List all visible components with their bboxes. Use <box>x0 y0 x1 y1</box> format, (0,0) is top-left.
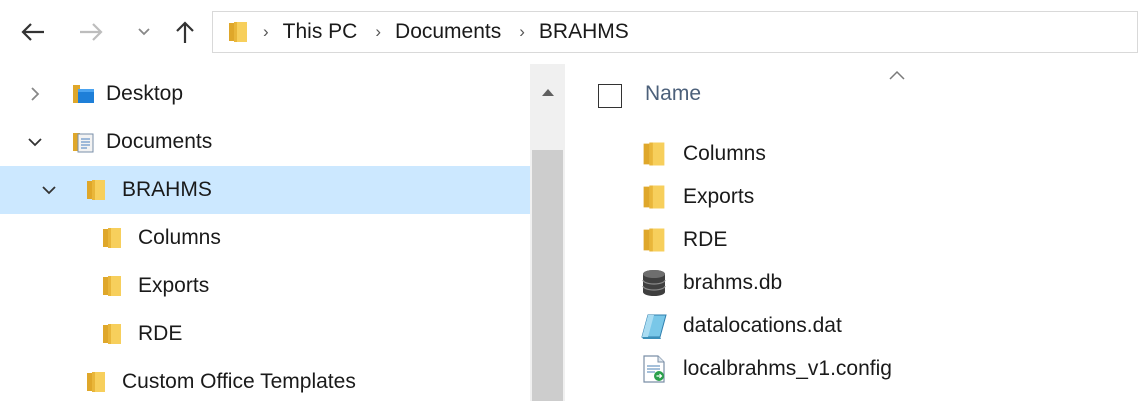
scroll-up-button[interactable] <box>530 74 565 110</box>
folder-icon <box>100 273 124 299</box>
folder-icon <box>639 139 669 169</box>
folder-icon <box>84 177 108 203</box>
tree-item-exports[interactable]: Exports <box>0 262 530 310</box>
tree-item-desktop[interactable]: Desktop <box>0 70 530 118</box>
address-bar[interactable]: › This PC › Documents › BRAHMS <box>212 11 1138 53</box>
tree-item-label: BRAHMS <box>122 178 212 201</box>
folder-icon <box>639 182 669 212</box>
up-button[interactable] <box>170 18 200 46</box>
navigation-pane-scrollbar[interactable] <box>530 64 565 401</box>
folder-icon <box>84 369 108 395</box>
arrow-right-icon <box>80 23 103 41</box>
breadcrumb-this-pc[interactable]: This PC <box>283 20 358 44</box>
file-name: RDE <box>683 228 728 251</box>
select-all-checkbox[interactable] <box>598 84 622 108</box>
file-row-exports[interactable]: Exports <box>635 177 1135 217</box>
file-row-datalocations-dat[interactable]: datalocations.dat <box>635 306 1135 346</box>
chevron-down-icon[interactable] <box>26 133 44 151</box>
file-row-columns[interactable]: Columns <box>635 134 1135 174</box>
file-name: localbrahms_v1.config <box>683 357 892 380</box>
tree-item-label: Columns <box>138 226 221 249</box>
breadcrumb-documents[interactable]: Documents <box>395 20 501 44</box>
arrow-up-icon <box>176 21 194 43</box>
chevron-down-icon[interactable] <box>40 181 58 199</box>
back-button[interactable] <box>18 18 48 46</box>
file-name: datalocations.dat <box>683 314 842 337</box>
chevron-down-icon <box>138 28 150 36</box>
documents-folder-icon <box>73 133 94 153</box>
tree-item-label: Exports <box>138 274 210 297</box>
navigation-bar: › This PC › Documents › BRAHMS <box>0 0 1144 64</box>
database-icon <box>642 270 666 296</box>
folder-icon <box>100 225 124 251</box>
file-row-rde[interactable]: RDE <box>635 220 1135 260</box>
scrollbar-thumb[interactable] <box>532 150 563 401</box>
tree-item-custom-office-templates[interactable]: Custom Office Templates <box>0 358 530 401</box>
tree-item-rde[interactable]: RDE <box>0 310 530 358</box>
file-name: brahms.db <box>683 271 783 294</box>
tree-item-label: RDE <box>138 322 183 345</box>
recent-locations-button[interactable] <box>134 18 154 46</box>
tree-item-documents[interactable]: Documents <box>0 118 530 166</box>
file-name: Columns <box>683 142 766 165</box>
folder-icon <box>225 19 251 45</box>
breadcrumb-separator[interactable]: › <box>375 22 381 42</box>
file-row-localbrahms-config[interactable]: localbrahms_v1.config <box>635 349 1135 389</box>
file-name: Exports <box>683 185 755 208</box>
tree-item-label: Desktop <box>106 82 184 105</box>
desktop-folder-icon <box>73 85 94 103</box>
tree-item-columns[interactable]: Columns <box>0 214 530 262</box>
config-file-icon <box>643 355 665 383</box>
folder-icon <box>639 225 669 255</box>
tree-item-label: Documents <box>106 130 213 153</box>
breadcrumb-brahms[interactable]: BRAHMS <box>539 20 629 44</box>
sort-ascending-icon <box>889 70 905 80</box>
chevron-right-icon[interactable] <box>26 85 44 103</box>
breadcrumb-separator[interactable]: › <box>519 22 525 42</box>
tree-item-brahms[interactable]: BRAHMS <box>0 166 530 214</box>
data-file-icon <box>641 314 667 339</box>
column-header-name[interactable]: Name <box>645 82 701 106</box>
navigation-pane: Desktop Documents BRAHMS Columns Exports… <box>0 64 565 401</box>
forward-button[interactable] <box>76 18 106 46</box>
breadcrumb-separator[interactable]: › <box>263 22 269 42</box>
caret-up-icon <box>541 89 554 96</box>
folder-icon <box>100 321 124 347</box>
file-row-brahms-db[interactable]: brahms.db <box>635 263 1135 303</box>
tree-item-label: Custom Office Templates <box>122 370 356 393</box>
arrow-left-icon <box>21 23 44 41</box>
file-list-pane: Name Columns Exports RDE brahms.db datal… <box>565 64 1144 401</box>
